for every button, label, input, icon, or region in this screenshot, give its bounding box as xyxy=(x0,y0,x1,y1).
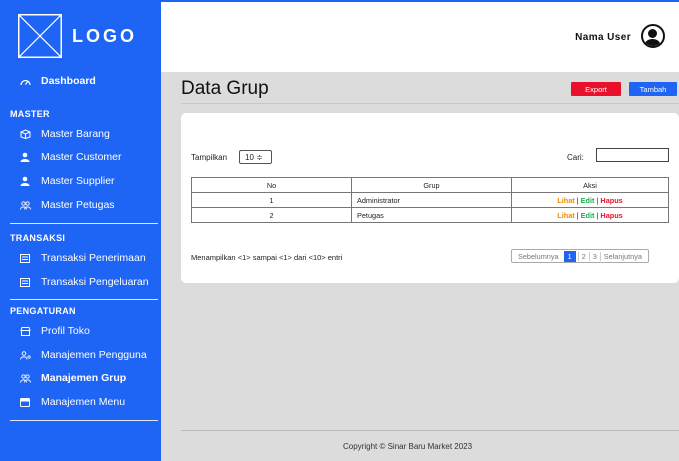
export-button[interactable]: Export xyxy=(571,82,621,96)
pagination-prev[interactable]: Sebelumnya xyxy=(515,252,562,261)
user-avatar-icon[interactable] xyxy=(641,24,665,48)
sidebar-item-label: Profil Toko xyxy=(41,325,90,337)
cell-grup: Petugas xyxy=(351,207,512,223)
view-link[interactable]: Lihat xyxy=(557,211,574,220)
sidebar-item-transaksi-pengeluaran[interactable]: Transaksi Pengeluaran xyxy=(0,271,161,293)
sidebar-item-profil-toko[interactable]: Profil Toko xyxy=(0,320,161,342)
cell-aksi: Lihat | Edit | Hapus xyxy=(511,207,669,223)
sidebar-divider xyxy=(10,223,158,224)
sidebar-item-dashboard[interactable]: Dashboard xyxy=(0,70,161,92)
table-header-row: No Grup Aksi xyxy=(191,177,669,193)
sidebar-item-manajemen-grup[interactable]: Manajemen Grup xyxy=(0,367,161,389)
sidebar-item-master-barang[interactable]: Master Barang xyxy=(0,123,161,145)
cell-no: 2 xyxy=(191,207,352,223)
sidebar-item-label: Manajemen Menu xyxy=(41,396,126,408)
title-divider xyxy=(181,103,679,104)
table-row: 1 Administrator Lihat | Edit | Hapus xyxy=(191,192,669,208)
receipt-icon xyxy=(19,252,31,264)
store-icon xyxy=(19,325,31,337)
user-cog-icon xyxy=(19,349,31,361)
dashboard-icon xyxy=(19,75,31,87)
footer-divider xyxy=(181,430,679,431)
show-entries-label: Tampilkan xyxy=(191,153,228,162)
entries-info: Menampilkan <1> sampai <1> dari <10> ent… xyxy=(191,253,343,262)
edit-link[interactable]: Edit xyxy=(581,196,595,205)
sidebar-item-master-customer[interactable]: Master Customer xyxy=(0,146,161,168)
edit-link[interactable]: Edit xyxy=(581,211,595,220)
logo-text: LOGO xyxy=(72,26,137,46)
box-icon xyxy=(19,128,31,140)
column-header-no[interactable]: No xyxy=(191,177,352,193)
receipt-icon xyxy=(19,276,31,288)
pagination: Sebelumnya 1 2 3 Selanjutnya xyxy=(511,249,649,263)
add-button[interactable]: Tambah xyxy=(629,82,677,96)
sidebar-item-transaksi-penerimaan[interactable]: Transaksi Penerimaan xyxy=(0,247,161,269)
users-icon xyxy=(19,199,31,211)
sidebar-item-label: Master Supplier xyxy=(41,175,115,187)
delete-link[interactable]: Hapus xyxy=(600,211,622,220)
show-entries-select[interactable]: 10 ≑ xyxy=(239,150,272,164)
copyright-text: Copyright © Sinar Baru Market 2023 xyxy=(343,442,473,451)
sidebar-divider xyxy=(10,420,158,421)
logo-image-icon xyxy=(18,14,62,58)
data-card: Tampilkan 10 ≑ Cari: No Grup Aksi 1 Admi… xyxy=(181,113,679,283)
cell-aksi: Lihat | Edit | Hapus xyxy=(511,192,669,208)
separator: | xyxy=(596,210,599,220)
table-row: 2 Petugas Lihat | Edit | Hapus xyxy=(191,207,669,223)
sidebar-item-label: Manajemen Grup xyxy=(41,372,127,384)
separator: | xyxy=(576,195,579,205)
section-heading-master: MASTER xyxy=(10,109,50,119)
section-heading-transaksi: TRANSAKSI xyxy=(10,233,66,243)
delete-link[interactable]: Hapus xyxy=(600,196,622,205)
separator: | xyxy=(576,210,579,220)
users-icon xyxy=(19,372,31,384)
separator: | xyxy=(596,195,599,205)
user-name[interactable]: Nama User xyxy=(575,32,631,43)
sidebar-item-label: Transaksi Penerimaan xyxy=(41,252,146,264)
sidebar-item-label: Dashboard xyxy=(41,75,96,87)
pagination-next[interactable]: Selanjutnya xyxy=(599,251,645,261)
section-heading-pengaturan: PENGATURAN xyxy=(10,306,76,316)
top-header: Nama User xyxy=(161,0,679,72)
logo[interactable]: LOGO xyxy=(0,0,161,72)
cell-no: 1 xyxy=(191,192,352,208)
sidebar-divider xyxy=(10,299,158,300)
sidebar-item-manajemen-menu[interactable]: Manajemen Menu xyxy=(0,391,161,413)
sidebar-item-label: Master Barang xyxy=(41,128,110,140)
page-title: Data Grup xyxy=(181,78,269,99)
sidebar-item-label: Manajemen Pengguna xyxy=(41,349,147,361)
pagination-page-3[interactable]: 3 xyxy=(588,251,600,261)
sidebar-item-label: Master Customer xyxy=(41,151,122,163)
sidebar-item-manajemen-pengguna[interactable]: Manajemen Pengguna xyxy=(0,344,161,366)
user-icon xyxy=(19,151,31,163)
menu-icon xyxy=(19,396,31,408)
pagination-page-1[interactable]: 1 xyxy=(563,250,576,262)
user-icon xyxy=(19,175,31,187)
sidebar: LOGO Dashboard MASTER Master Barang Mast… xyxy=(0,0,161,461)
search-label: Cari: xyxy=(567,153,584,162)
view-link[interactable]: Lihat xyxy=(557,196,574,205)
sidebar-item-label: Master Petugas xyxy=(41,199,115,211)
column-header-aksi: Aksi xyxy=(511,177,669,193)
search-input[interactable] xyxy=(596,148,669,162)
group-table: No Grup Aksi 1 Administrator Lihat | Edi… xyxy=(191,177,669,223)
pagination-page-2[interactable]: 2 xyxy=(577,251,589,261)
cell-grup: Administrator xyxy=(351,192,512,208)
column-header-grup[interactable]: Grup xyxy=(351,177,512,193)
sidebar-item-master-petugas[interactable]: Master Petugas xyxy=(0,194,161,216)
sidebar-item-label: Transaksi Pengeluaran xyxy=(41,276,149,288)
sidebar-item-master-supplier[interactable]: Master Supplier xyxy=(0,170,161,192)
